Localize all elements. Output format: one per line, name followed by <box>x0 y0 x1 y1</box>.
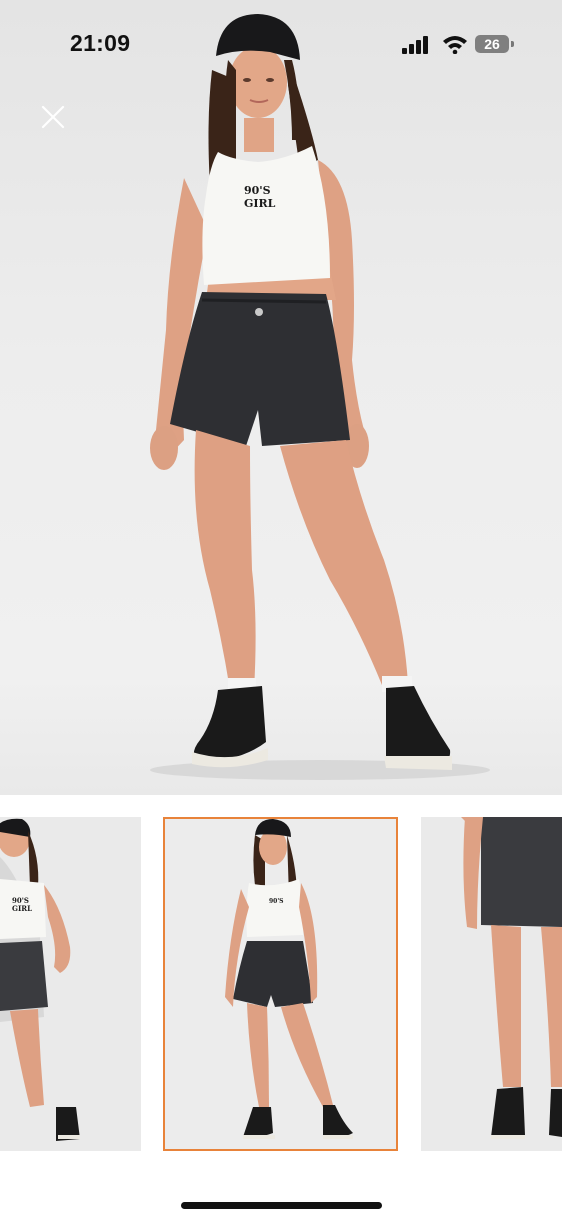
close-button[interactable] <box>34 98 72 136</box>
thumbnail-2-image: 90'S <box>225 819 353 1139</box>
status-icons: 26 <box>402 34 514 58</box>
thumbnail-1[interactable]: 90'S GIRL <box>0 817 141 1151</box>
shirt-print-line2: GIRL <box>244 197 276 210</box>
signal-icon <box>402 36 428 54</box>
thumbnail-3-image <box>461 817 562 1139</box>
battery-level: 26 <box>484 36 500 52</box>
home-indicator[interactable] <box>181 1202 382 1209</box>
product-main-image[interactable] <box>0 0 562 795</box>
svg-text:90'S: 90'S <box>269 898 284 905</box>
thumbnail-1-image: 90'S GIRL <box>0 818 80 1141</box>
thumbnail-gallery[interactable]: 90'S GIRL 90'S <box>0 817 562 1153</box>
close-icon <box>41 105 65 129</box>
svg-text:GIRL: GIRL <box>12 904 32 913</box>
shirt-print-line1: 90'S <box>244 184 271 197</box>
thumbnail-2-selected[interactable]: 90'S <box>163 817 398 1151</box>
thumbnail-3[interactable] <box>421 817 562 1151</box>
shirt-print: 90'S GIRL <box>244 184 278 210</box>
model-illustration <box>150 14 490 780</box>
battery-tip <box>511 41 514 47</box>
status-time: 21:09 <box>70 30 131 56</box>
wifi-icon <box>443 36 467 54</box>
